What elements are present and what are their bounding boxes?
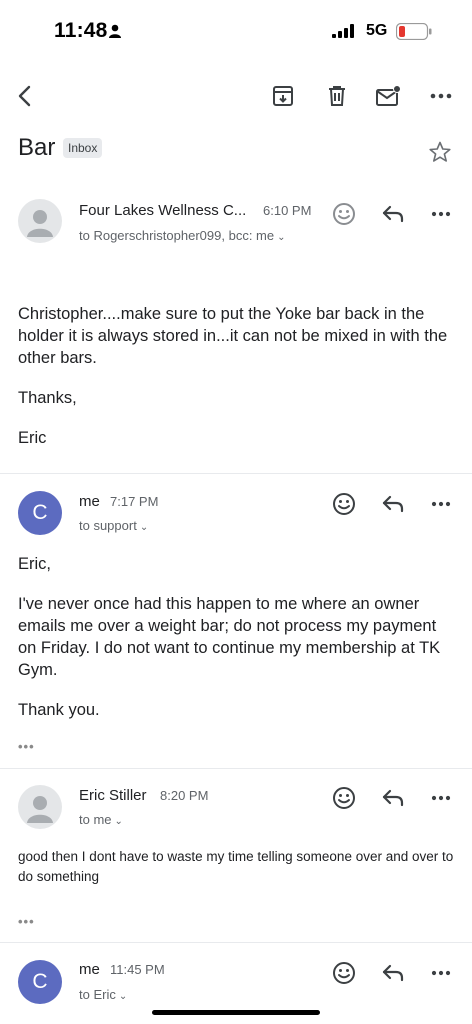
body-paragraph: Thank you. bbox=[18, 701, 100, 719]
message-time: 11:45 PM bbox=[110, 962, 165, 977]
sender-name: me bbox=[79, 961, 100, 978]
subject-row: Bar Inbox bbox=[0, 128, 472, 180]
message-more-button[interactable] bbox=[426, 958, 456, 988]
emoji-icon bbox=[333, 203, 355, 225]
email-subject: Bar bbox=[18, 134, 56, 161]
more-icon bbox=[431, 501, 451, 507]
mark-unread-icon bbox=[376, 85, 401, 106]
inbox-label-chip[interactable]: Inbox bbox=[63, 138, 103, 158]
more-icon bbox=[431, 970, 451, 976]
divider bbox=[0, 768, 472, 769]
network-label: 5G bbox=[366, 22, 388, 39]
emoji-reaction-button[interactable] bbox=[329, 199, 359, 229]
more-icon bbox=[431, 795, 451, 801]
star-icon bbox=[429, 141, 451, 162]
body-paragraph: Eric, bbox=[18, 555, 51, 573]
sender-name: Four Lakes Wellness C... bbox=[79, 202, 247, 219]
message-time: 6:10 PM bbox=[263, 203, 312, 218]
show-trimmed-content-button[interactable]: ••• bbox=[18, 914, 35, 929]
chevron-down-icon: ⌄ bbox=[139, 522, 149, 533]
person-placeholder-icon bbox=[27, 796, 53, 823]
divider bbox=[0, 473, 472, 474]
reply-button[interactable] bbox=[378, 489, 408, 519]
body-paragraph: Christopher....make sure to put the Yoke… bbox=[18, 305, 448, 367]
message-body: Christopher....make sure to put the Yoke… bbox=[18, 303, 458, 467]
mark-unread-button[interactable] bbox=[372, 80, 404, 112]
sender-name: me bbox=[79, 493, 100, 510]
emoji-icon bbox=[333, 787, 355, 809]
status-bar: 11:48 5G bbox=[0, 0, 472, 64]
more-icon bbox=[431, 211, 451, 217]
body-paragraph: I've never once had this happen to me wh… bbox=[18, 595, 441, 679]
message-body: Eric, I've never once had this happen to… bbox=[18, 553, 458, 739]
emoji-icon bbox=[333, 962, 355, 984]
recipients-text: to me bbox=[79, 812, 112, 827]
reply-icon bbox=[382, 789, 404, 807]
avatar: C bbox=[18, 491, 62, 535]
reply-icon bbox=[382, 964, 404, 982]
avatar: C bbox=[18, 960, 62, 1004]
more-icon bbox=[430, 93, 452, 99]
divider bbox=[0, 942, 472, 943]
emoji-reaction-button[interactable] bbox=[329, 783, 359, 813]
delete-icon bbox=[329, 86, 345, 106]
recipients-text: to support bbox=[79, 518, 137, 533]
recipients-dropdown[interactable]: to support ⌄ bbox=[79, 518, 148, 533]
reply-icon bbox=[382, 205, 404, 223]
star-button[interactable] bbox=[428, 140, 452, 169]
archive-icon bbox=[273, 86, 293, 106]
back-button[interactable] bbox=[9, 80, 41, 112]
status-time: 11:48 bbox=[54, 19, 108, 42]
reply-button[interactable] bbox=[378, 958, 408, 988]
back-icon bbox=[18, 85, 31, 107]
show-trimmed-content-button[interactable]: ••• bbox=[18, 739, 35, 754]
message-time: 8:20 PM bbox=[160, 788, 209, 803]
archive-button[interactable] bbox=[267, 80, 299, 112]
reply-icon bbox=[382, 495, 404, 513]
recipients-dropdown[interactable]: to Eric ⌄ bbox=[79, 987, 127, 1002]
chevron-down-icon: ⌄ bbox=[118, 991, 128, 1002]
more-options-button[interactable] bbox=[425, 80, 457, 112]
sender-name: Eric Stiller bbox=[79, 787, 147, 804]
body-paragraph: Eric bbox=[18, 429, 47, 447]
home-indicator[interactable] bbox=[152, 1010, 320, 1015]
avatar bbox=[18, 785, 62, 829]
message-more-button[interactable] bbox=[426, 489, 456, 519]
chevron-down-icon: ⌄ bbox=[114, 816, 123, 827]
emoji-reaction-button[interactable] bbox=[329, 489, 359, 519]
recipients-text: to Rogerschristopher099, bcc: me bbox=[79, 228, 275, 243]
person-placeholder-icon bbox=[27, 210, 53, 237]
reply-button[interactable] bbox=[378, 199, 408, 229]
emoji-reaction-button[interactable] bbox=[329, 958, 359, 988]
battery-low-icon bbox=[396, 23, 432, 40]
delete-button[interactable] bbox=[321, 80, 353, 112]
message-more-button[interactable] bbox=[426, 783, 456, 813]
avatar bbox=[18, 199, 62, 243]
signal-icon bbox=[332, 24, 354, 38]
reply-button[interactable] bbox=[378, 783, 408, 813]
message-time: 7:17 PM bbox=[110, 494, 159, 509]
chevron-down-icon: ⌄ bbox=[277, 232, 286, 243]
toolbar bbox=[0, 64, 472, 128]
recipients-dropdown[interactable]: to Rogerschristopher099, bcc: me ⌄ bbox=[79, 228, 286, 243]
message-more-button[interactable] bbox=[426, 199, 456, 229]
emoji-icon bbox=[333, 493, 355, 515]
message-body: good then I dont have to waste my time t… bbox=[18, 849, 454, 884]
person-icon bbox=[109, 24, 121, 38]
recipients-dropdown[interactable]: to me ⌄ bbox=[79, 812, 123, 827]
recipients-text: to Eric bbox=[79, 987, 116, 1002]
body-paragraph: Thanks, bbox=[18, 389, 77, 407]
